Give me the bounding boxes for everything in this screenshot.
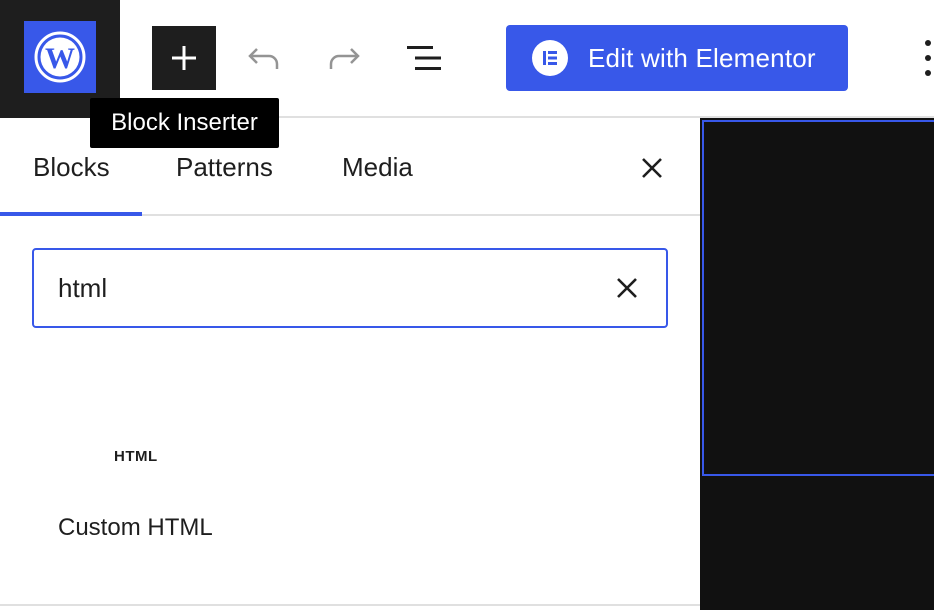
- wordpress-logo-button[interactable]: W: [24, 21, 96, 93]
- block-inserter-button[interactable]: [152, 26, 216, 90]
- close-inserter-button[interactable]: [636, 152, 668, 184]
- close-icon: [642, 158, 662, 178]
- tab-patterns[interactable]: Patterns: [176, 152, 273, 183]
- clear-search-button[interactable]: [614, 275, 640, 301]
- undo-button[interactable]: [232, 26, 296, 90]
- selected-canvas-block[interactable]: [702, 120, 934, 476]
- search-input[interactable]: [56, 271, 580, 305]
- redo-icon: [329, 48, 360, 69]
- elementor-icon: [532, 40, 568, 76]
- elementor-button-label: Edit with Elementor: [588, 42, 816, 73]
- block-result-label: Custom HTML: [58, 514, 213, 541]
- undo-icon: [248, 48, 279, 69]
- redo-button[interactable]: [312, 26, 376, 90]
- block-search: [32, 248, 668, 328]
- wordpress-icon: W: [34, 31, 86, 83]
- html-icon: HTML: [114, 448, 158, 465]
- tab-media[interactable]: Media: [342, 152, 413, 183]
- edit-with-elementor-button[interactable]: Edit with Elementor: [506, 25, 848, 91]
- list-view-button[interactable]: [392, 26, 456, 90]
- svg-text:W: W: [45, 42, 75, 75]
- block-result-custom-html[interactable]: HTML Custom HTML: [52, 408, 228, 568]
- plus-icon: [172, 46, 196, 70]
- more-vertical-icon[interactable]: [922, 40, 934, 76]
- close-icon: [617, 278, 637, 298]
- block-inserter-panel: Blocks Patterns Media HTML Custom HTML: [0, 118, 700, 610]
- block-inserter-tooltip: Block Inserter: [90, 98, 279, 148]
- list-view-icon: [407, 46, 441, 70]
- active-tab-indicator: [0, 212, 142, 216]
- tab-blocks[interactable]: Blocks: [33, 152, 110, 183]
- panel-divider: [0, 604, 700, 606]
